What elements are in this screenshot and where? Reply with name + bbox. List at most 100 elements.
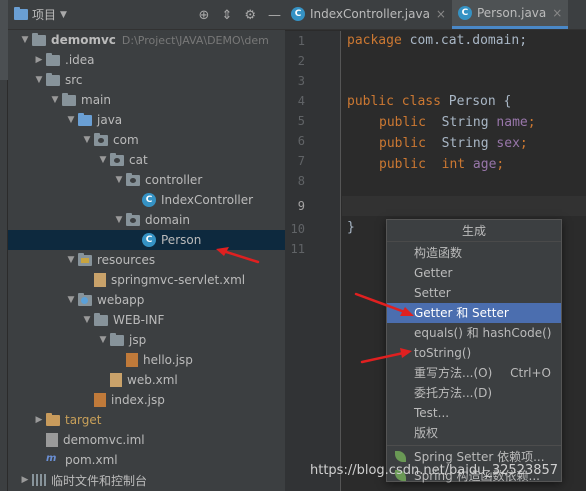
tree-row-web-xml[interactable]: web.xml xyxy=(8,370,285,390)
menu-item-setter[interactable]: Setter xyxy=(387,283,561,303)
tree-row-springmvc-servlet[interactable]: springmvc-servlet.xml xyxy=(8,270,285,290)
chevron-down-icon[interactable]: ▼ xyxy=(64,295,78,305)
menu-item-label: Spring Setter 依赖项... xyxy=(414,450,545,464)
tree-row-hello-jsp[interactable]: hello.jsp xyxy=(8,350,285,370)
folder-icon xyxy=(62,92,76,106)
chevron-down-icon[interactable]: ▼ xyxy=(18,35,32,45)
module-folder-icon xyxy=(32,32,46,46)
chevron-right-icon[interactable]: ▶ xyxy=(32,415,46,425)
tree-row-demomvc-iml[interactable]: demomvc.iml xyxy=(8,430,285,450)
chevron-down-icon[interactable]: ▼ xyxy=(80,315,94,325)
line-number: 1 xyxy=(297,34,305,48)
menu-item-delegate-methods[interactable]: 委托方法...(D) xyxy=(387,383,561,403)
menu-item-copyright[interactable]: 版权 xyxy=(387,423,561,443)
xml-file-icon xyxy=(110,373,122,387)
collapse-all-icon[interactable]: ⇕ xyxy=(221,8,232,23)
tree-row-label: com xyxy=(113,133,139,147)
menu-separator xyxy=(387,445,561,446)
close-icon[interactable]: × xyxy=(552,6,562,20)
keyword: public xyxy=(379,115,426,130)
jsp-file-icon xyxy=(126,353,138,367)
tree-row-webapp[interactable]: ▼ webapp xyxy=(8,290,285,310)
tree-row-pom-xml[interactable]: m pom.xml xyxy=(8,450,285,470)
menu-item-override-methods[interactable]: 重写方法...(O) Ctrl+O xyxy=(387,363,561,383)
code-line-10: } xyxy=(347,220,355,235)
line-number: 4 xyxy=(297,94,305,108)
project-panel: 项目 ▼ ⊕ ⇕ ⚙ — ▼ demomvc D:\Project\JAVA\D… xyxy=(8,0,285,491)
tree-row-indexcontroller[interactable]: C IndexController xyxy=(8,190,285,210)
chevron-down-icon[interactable]: ▼ xyxy=(48,95,62,105)
tree-row-label: controller xyxy=(145,173,203,187)
chevron-down-icon[interactable]: ▼ xyxy=(64,115,78,125)
tree-row-person[interactable]: C Person xyxy=(8,230,285,250)
gear-icon[interactable]: ⚙ xyxy=(244,8,256,23)
spring-leaf-icon xyxy=(395,451,406,462)
tree-row-label: src xyxy=(65,73,83,87)
chevron-down-icon[interactable]: ▼ xyxy=(80,135,94,145)
tree-row-label: Person xyxy=(161,233,202,247)
menu-item-test[interactable]: Test... xyxy=(387,403,561,423)
tree-row-label: hello.jsp xyxy=(143,353,193,367)
tree-row-com[interactable]: ▼ com xyxy=(8,130,285,150)
tree-row-resources[interactable]: ▼ resources xyxy=(8,250,285,270)
class-icon: C xyxy=(142,233,156,247)
tree-row-label: target xyxy=(65,413,102,427)
tree-row-idea[interactable]: ▶ .idea xyxy=(8,50,285,70)
menu-item-getter-and-setter[interactable]: Getter 和 Setter xyxy=(387,303,561,323)
tree-row-domain[interactable]: ▼ domain xyxy=(8,210,285,230)
chevron-down-icon[interactable]: ▼ xyxy=(60,10,67,20)
tree-row-main[interactable]: ▼ main xyxy=(8,90,285,110)
chevron-down-icon[interactable]: ▼ xyxy=(112,175,126,185)
tree-row-index-jsp[interactable]: index.jsp xyxy=(8,390,285,410)
chevron-down-icon[interactable]: ▼ xyxy=(96,335,110,345)
tree-row-web-inf[interactable]: ▼ WEB-INF xyxy=(8,310,285,330)
menu-shortcut: Ctrl+O xyxy=(510,366,551,380)
tree-row-src[interactable]: ▼ src xyxy=(8,70,285,90)
tab-person[interactable]: C Person.java × xyxy=(451,0,569,29)
tree-row-cat[interactable]: ▼ cat xyxy=(8,150,285,170)
tree-row-label: domain xyxy=(145,213,190,227)
chevron-down-icon[interactable]: ▼ xyxy=(112,215,126,225)
menu-item-getter[interactable]: Getter xyxy=(387,263,561,283)
tab-indexcontroller[interactable]: C IndexController.java × xyxy=(285,0,452,29)
keyword: public xyxy=(379,157,426,172)
menu-item-tostring[interactable]: toString() xyxy=(387,343,561,363)
tree-row-label: webapp xyxy=(97,293,145,307)
tree-row-label: index.jsp xyxy=(111,393,165,407)
tree-row-jsp[interactable]: ▼ jsp xyxy=(8,330,285,350)
tree-row-demomvc[interactable]: ▼ demomvc D:\Project\JAVA\DEMO\dem xyxy=(8,30,285,50)
chevron-down-icon[interactable]: ▼ xyxy=(64,255,78,265)
chevron-right-icon[interactable]: ▶ xyxy=(18,475,32,485)
close-icon[interactable]: × xyxy=(436,7,446,21)
chevron-down-icon[interactable]: ▼ xyxy=(96,155,110,165)
folder-icon xyxy=(46,72,60,86)
chevron-right-icon[interactable]: ▶ xyxy=(32,55,46,65)
tree-row-controller[interactable]: ▼ controller xyxy=(8,170,285,190)
menu-item-label: 重写方法...(O) xyxy=(414,366,493,380)
generate-popup-menu: 生成 构造函数 Getter Setter Getter 和 Setter eq… xyxy=(386,219,562,483)
tree-row-label: jsp xyxy=(129,333,147,347)
project-tool-tab[interactable] xyxy=(0,0,8,80)
chevron-down-icon[interactable]: ▼ xyxy=(32,75,46,85)
locate-icon[interactable]: ⊕ xyxy=(199,8,210,23)
class-icon: C xyxy=(457,5,472,20)
field-name: age xyxy=(465,157,497,172)
line-number: 3 xyxy=(297,74,305,88)
line-number: 9 xyxy=(297,199,305,213)
folder-icon xyxy=(46,52,60,66)
tree-row-java[interactable]: ▼ java xyxy=(8,110,285,130)
tree-row-label: .idea xyxy=(65,53,95,67)
hide-icon[interactable]: — xyxy=(268,8,281,23)
project-view-selector[interactable]: 项目 xyxy=(32,6,56,23)
tree-row-target[interactable]: ▶ target xyxy=(8,410,285,430)
type-name: int xyxy=(425,157,466,172)
tree-row-label: resources xyxy=(97,253,156,267)
semicolon: ; xyxy=(527,115,536,130)
package-icon xyxy=(126,172,140,186)
menu-item-equals-hashcode[interactable]: equals() 和 hashCode() xyxy=(387,323,561,343)
line-number: 6 xyxy=(297,134,305,148)
popup-title: 生成 xyxy=(387,220,561,242)
code-line-1: package com.cat.domain; xyxy=(347,31,527,51)
tree-row-scratches[interactable]: ▶ 临时文件和控制台 xyxy=(8,470,285,490)
menu-item-constructor[interactable]: 构造函数 xyxy=(387,243,561,263)
